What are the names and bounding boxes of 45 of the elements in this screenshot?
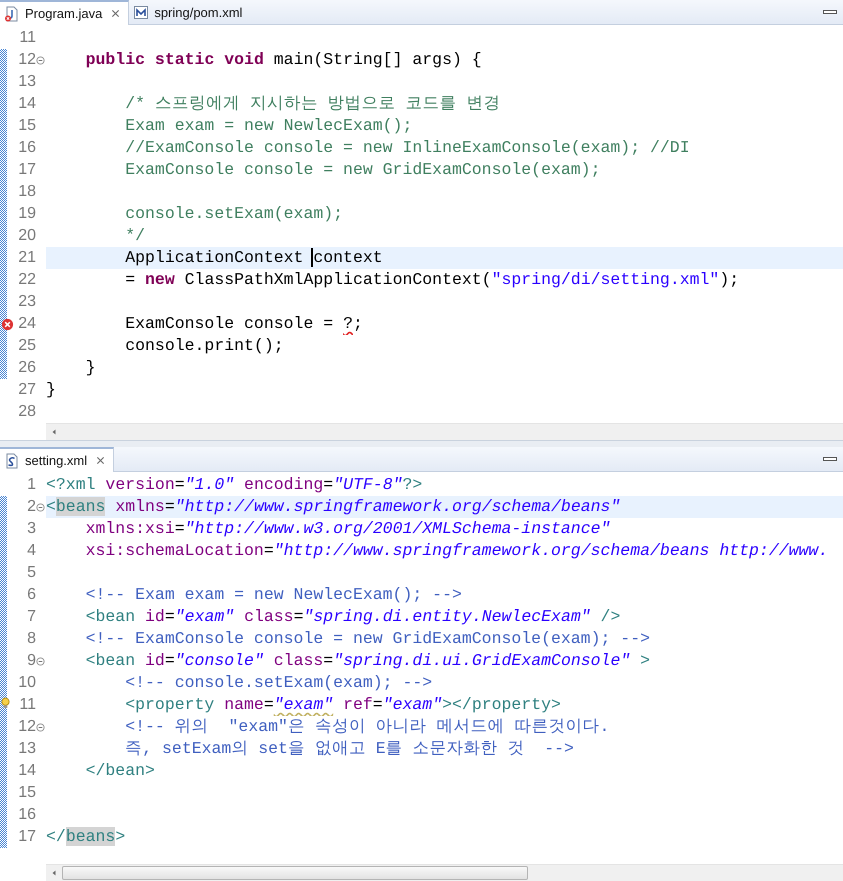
code-line: <bean id="console" class="spring.di.ui.GridExamConsole" >	[84, 650, 652, 672]
code-line: </bean>	[84, 760, 156, 782]
code-line: <!-- ExamConsole console = new GridExamConsole(exam); -->	[84, 628, 651, 650]
collapse-icon[interactable]	[36, 56, 45, 64]
java-file-icon	[4, 6, 20, 22]
code-line: ExamConsole console = ?;	[124, 313, 364, 335]
xml-file-icon	[4, 452, 20, 468]
code-line: }	[84, 357, 97, 379]
code-line: /* 스프링에게 지시하는 방법으로 코드를 변경	[124, 93, 502, 115]
code-line: console.setExam(exam);	[124, 203, 344, 225]
code-line: <!-- Exam exam = new NewlecExam(); -->	[84, 584, 463, 606]
collapse-icon[interactable]	[36, 656, 45, 666]
code-line: public static void main(String[] args) {	[84, 49, 483, 71]
scroll-left-icon[interactable]	[50, 869, 58, 877]
code-line: 즉, setExam의 set을 없애고 E를 소문자화한 것 -->	[124, 738, 575, 760]
close-icon[interactable]	[96, 456, 106, 465]
code-line: <property name="exam" ref="exam"></property>	[124, 694, 562, 716]
code-line: xmlns:xsi="http://www.w3.org/2001/XMLSchema-instance"	[84, 518, 612, 540]
code-line: <bean id="exam" class="spring.di.entity.NewlecExam" />	[84, 606, 622, 628]
code-line: Exam exam = new NewlecExam();	[124, 115, 414, 137]
collapse-icon[interactable]	[36, 722, 45, 732]
editor-tab[interactable]: setting.xml	[0, 447, 114, 472]
code-line: }	[46, 379, 57, 401]
code-line: = new ClassPathXmlApplicationContext("spring/di/setting.xml");	[124, 269, 740, 291]
scroll-left-icon[interactable]	[50, 428, 58, 436]
code-line: */	[124, 225, 146, 247]
editor-tab[interactable]: spring/pom.xml	[129, 0, 250, 24]
scrollbar-thumb[interactable]	[62, 866, 528, 880]
code-line: <?xml version="1.0" encoding="UTF-8"?>	[46, 474, 424, 496]
horizontal-scrollbar[interactable]	[46, 864, 843, 881]
code-line: <!-- 위의 "exam"은 속성이 아니라 메서드에 따른것이다.	[124, 716, 610, 738]
minimize-icon[interactable]	[823, 455, 837, 463]
code-line: ExamConsole console = new GridExamConsole(exam);	[124, 159, 602, 181]
editor-tab[interactable]: Program.java	[0, 0, 130, 25]
code-line: </beans>	[46, 826, 126, 848]
close-icon[interactable]	[111, 9, 120, 18]
minimize-icon[interactable]	[823, 8, 837, 16]
code-line: xsi:schemaLocation="http://www.springframework.org/schema/beans http://www.	[84, 540, 830, 562]
lightbulb-icon[interactable]	[1, 697, 10, 710]
horizontal-scrollbar[interactable]	[46, 423, 843, 440]
code-line: console.print();	[124, 335, 285, 357]
collapse-icon[interactable]	[36, 502, 45, 512]
code-line: //ExamConsole console = new InlineExamConsole(exam); //DI	[124, 137, 691, 159]
code-line: <!-- console.setExam(exam); -->	[124, 672, 434, 694]
maven-file-icon	[133, 4, 150, 20]
